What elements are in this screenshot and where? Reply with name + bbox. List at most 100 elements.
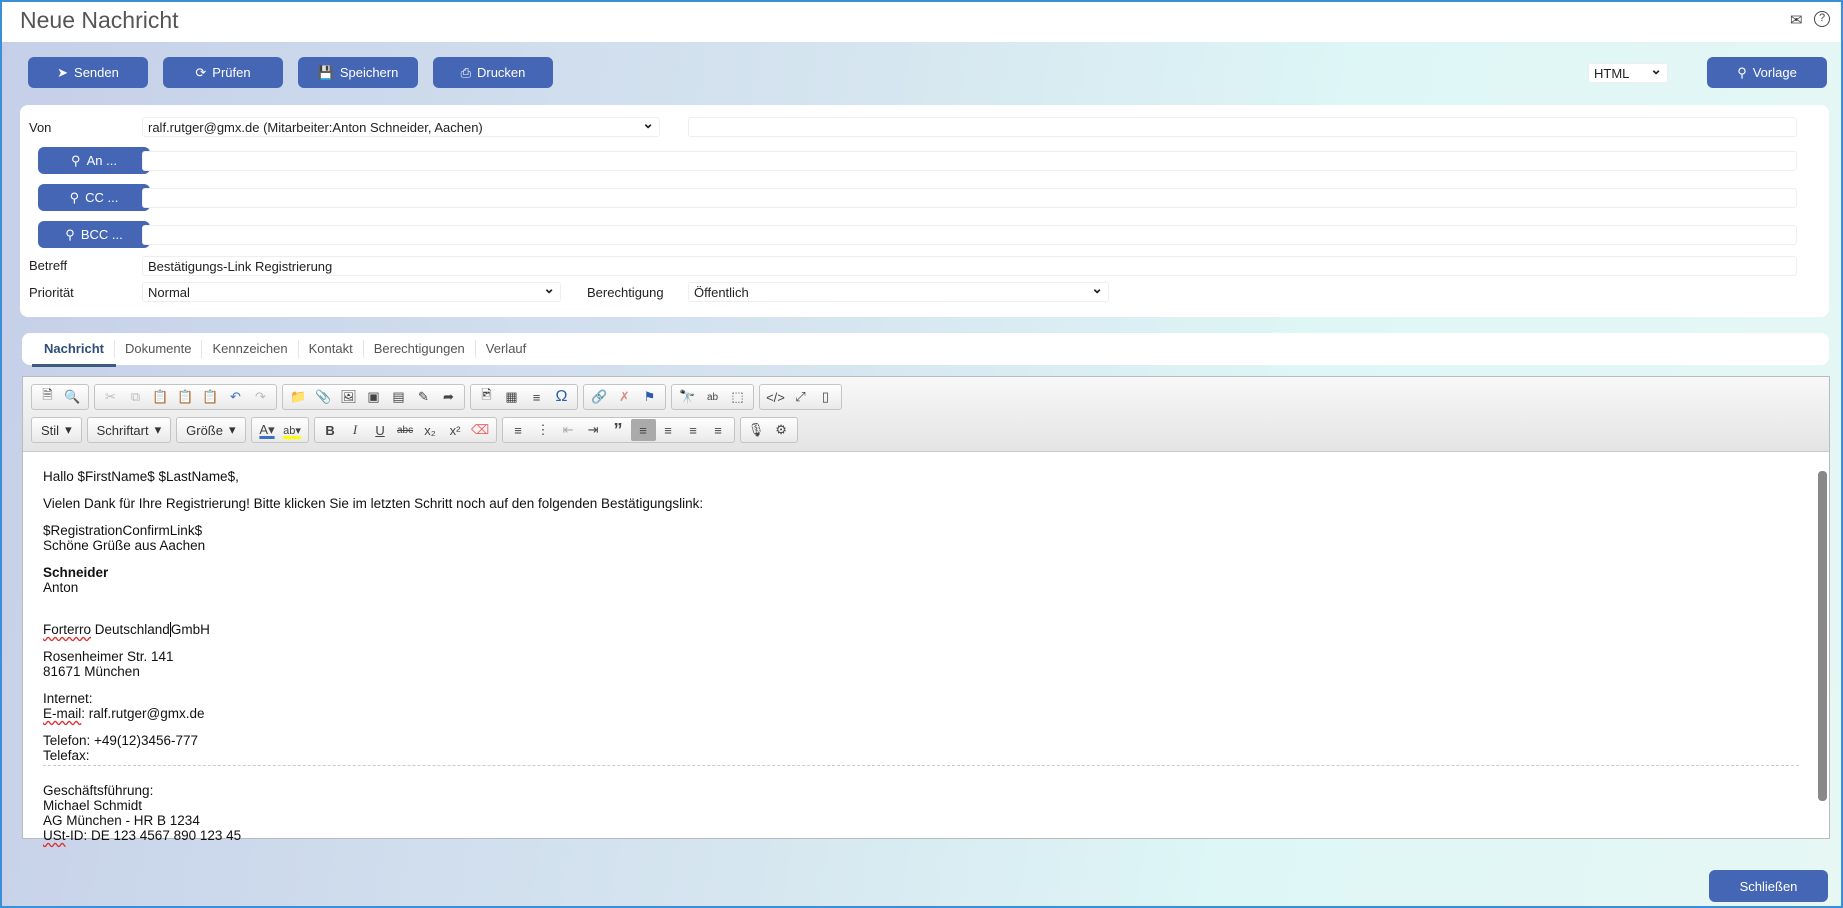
special-char-icon[interactable]: Ω: [549, 386, 574, 408]
editor-scrollbar[interactable]: [1818, 457, 1827, 837]
body-vat-b: -ID: DE 123 4567 890 123 45: [65, 828, 242, 843]
search-icon: ⚲: [71, 152, 81, 168]
close-button[interactable]: Schließen: [1709, 870, 1828, 902]
permission-select[interactable]: Öffentlich: [688, 282, 1109, 302]
copy-icon[interactable]: ⧉: [123, 386, 148, 408]
permission-value: Öffentlich: [694, 284, 749, 300]
blockquote-icon[interactable]: ”: [606, 419, 631, 441]
print-label: Drucken: [476, 65, 526, 80]
italic-icon[interactable]: I: [343, 419, 368, 441]
superscript-icon[interactable]: x²: [443, 419, 468, 441]
rich-text-editor: 🗎 🔍 ✂ ⧉ 📋 📋 📋 ↶ ↷ 📁 📎 🖼 ▣ ▤ ✎ ➦ 🖻 ▦ ≡ Ω 🔗 ✗ ⚑ 🔭 ab ⬚ </> ⤢ ▯ S…: [22, 376, 1830, 843]
cc-label: CC ...: [85, 190, 119, 205]
microphone-icon[interactable]: 🎙: [744, 419, 769, 441]
print-button[interactable]: ⎙ Drucken: [433, 57, 553, 88]
help-icon[interactable]: ?: [1814, 11, 1830, 27]
editor-toolbar: 🗎 🔍 ✂ ⧉ 📋 📋 📋 ↶ ↷ 📁 📎 🖼 ▣ ▤ ✎ ➦ 🖻 ▦ ≡ Ω 🔗 ✗ ⚑ 🔭 ab ⬚ </> ⤢ ▯ S…: [23, 377, 1829, 452]
image-icon[interactable]: 🖻: [474, 386, 499, 408]
size-combo[interactable]: Größe ▾: [176, 417, 246, 443]
form-icon[interactable]: ▤: [386, 386, 411, 408]
template-label: Vorlage: [1752, 65, 1797, 80]
tab-dokumente[interactable]: Dokumente: [115, 340, 203, 358]
folder-icon[interactable]: 📁: [286, 386, 311, 408]
body-street: Rosenheimer Str. 141: [43, 649, 174, 664]
paste-icon[interactable]: 📋: [148, 386, 173, 408]
bold-icon[interactable]: B: [318, 419, 343, 441]
tab-verlauf[interactable]: Verlauf: [476, 340, 536, 358]
underline-icon[interactable]: U: [368, 419, 393, 441]
message-body[interactable]: Hallo $FirstName$ $LastName$, Vielen Dan…: [43, 469, 703, 855]
scrollbar-thumb[interactable]: [1818, 471, 1827, 801]
style-label: Stil: [41, 422, 60, 438]
template-button[interactable]: ⚲ Vorlage: [1707, 57, 1827, 88]
style-combo[interactable]: Stil ▾: [31, 417, 82, 443]
priority-select[interactable]: Normal: [142, 282, 561, 302]
to-button[interactable]: ⚲ An ...: [38, 147, 150, 174]
insert-doc-icon[interactable]: ➦: [436, 386, 461, 408]
table-icon[interactable]: ▦: [499, 386, 524, 408]
image-frame-icon[interactable]: 🖼: [336, 386, 361, 408]
format-select[interactable]: HTML: [1588, 63, 1668, 83]
new-page-icon[interactable]: 🗎: [35, 386, 60, 408]
tab-berechtigungen[interactable]: Berechtigungen: [364, 340, 476, 358]
body-phone: Telefon: +49(12)3456-777: [43, 733, 198, 748]
bcc-button[interactable]: ⚲ BCC ...: [38, 221, 150, 248]
redo-icon[interactable]: ↷: [248, 386, 273, 408]
align-left-icon[interactable]: ≡: [630, 419, 656, 441]
body-company-c: GmbH: [170, 622, 210, 637]
align-center-icon[interactable]: ≡: [656, 419, 681, 441]
text-color-icon[interactable]: A▾: [255, 419, 280, 441]
paste-text-icon[interactable]: 📋: [173, 386, 198, 408]
settings-icon[interactable]: ⚙: [769, 419, 794, 441]
indent-icon[interactable]: ⇥: [581, 419, 606, 441]
page-break-line: [43, 765, 1799, 766]
hr-icon[interactable]: ≡: [524, 386, 549, 408]
subscript-icon[interactable]: x₂: [418, 419, 443, 441]
replace-icon[interactable]: ab: [700, 386, 725, 408]
save-button[interactable]: 💾 Speichern: [298, 57, 418, 88]
bcc-input[interactable]: [142, 225, 1797, 245]
send-button[interactable]: ➤ Senden: [28, 57, 148, 88]
numbered-list-icon[interactable]: ≡: [506, 419, 531, 441]
save-icon: 💾: [317, 64, 334, 80]
anchor-flag-icon[interactable]: ⚑: [637, 386, 662, 408]
caret-down-icon: ▾: [228, 422, 236, 437]
remove-format-icon[interactable]: ⌫: [468, 419, 493, 441]
check-label: Prüfen: [212, 65, 251, 80]
placeholder-icon[interactable]: ▣: [361, 386, 386, 408]
preview-icon[interactable]: 🔍: [60, 386, 85, 408]
paste-word-icon[interactable]: 📋: [198, 386, 223, 408]
align-right-icon[interactable]: ≡: [681, 419, 706, 441]
link-icon[interactable]: 🔗: [587, 386, 612, 408]
justify-icon[interactable]: ≡: [706, 419, 731, 441]
outdent-icon[interactable]: ⇤: [556, 419, 581, 441]
strike-icon[interactable]: abc: [393, 419, 418, 441]
cc-input[interactable]: [142, 188, 1797, 208]
bcc-label: BCC ...: [80, 227, 123, 242]
bullet-list-icon[interactable]: ⋮: [531, 419, 556, 441]
blocks-icon[interactable]: ▯: [813, 386, 838, 408]
undo-icon[interactable]: ↶: [223, 386, 248, 408]
subject-input[interactable]: Bestätigungs-Link Registrierung: [142, 256, 1797, 276]
unlink-icon[interactable]: ✗: [612, 386, 637, 408]
to-input[interactable]: [142, 151, 1797, 171]
from-extra-input[interactable]: [688, 117, 1797, 137]
bg-color-icon[interactable]: ab▾: [280, 419, 305, 441]
cc-button[interactable]: ⚲ CC ...: [38, 184, 150, 211]
cut-icon[interactable]: ✂: [98, 386, 123, 408]
tab-kennzeichen[interactable]: Kennzeichen: [202, 340, 299, 358]
tab-kontakt[interactable]: Kontakt: [299, 340, 364, 358]
signature-icon[interactable]: ✎: [411, 386, 436, 408]
body-ceo: Michael Schmidt: [43, 798, 143, 813]
mail-icon[interactable]: ✉: [1790, 11, 1803, 29]
check-button[interactable]: ⟳ Prüfen: [163, 57, 283, 88]
attachment-icon[interactable]: 📎: [311, 386, 336, 408]
find-icon[interactable]: 🔭: [675, 386, 700, 408]
format-value: HTML: [1594, 65, 1630, 81]
font-combo[interactable]: Schriftart ▾: [86, 417, 172, 443]
maximize-icon[interactable]: ⤢: [788, 386, 813, 408]
select-all-icon[interactable]: ⬚: [725, 386, 750, 408]
tab-nachricht[interactable]: Nachricht: [32, 340, 116, 367]
from-select[interactable]: ralf.rutger@gmx.de (Mitarbeiter:Anton Sc…: [142, 117, 660, 137]
source-icon[interactable]: </>: [763, 386, 788, 408]
